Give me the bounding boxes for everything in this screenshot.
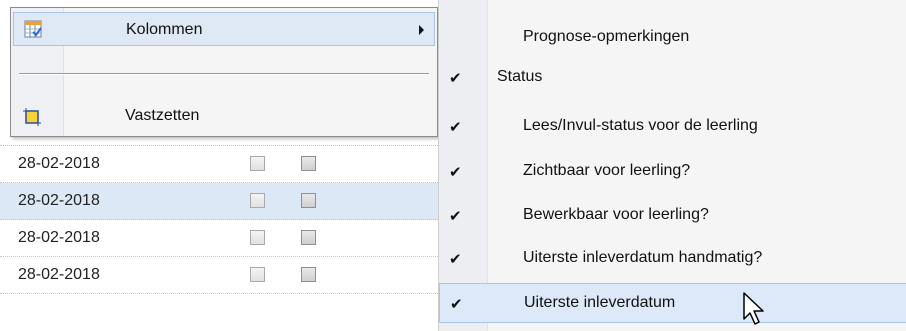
checkbox[interactable] — [250, 230, 265, 245]
checkbox[interactable] — [250, 193, 265, 208]
submenu-item-label: Uiterste inleverdatum handmatig? — [523, 249, 763, 266]
context-menu: Kolommen Vastzetten — [10, 7, 438, 137]
submenu-item[interactable]: Prognose-opmerkingen — [439, 18, 906, 58]
date-cell: 28-02-2018 — [18, 192, 100, 209]
table-row[interactable]: 28-02-2018 — [0, 146, 440, 183]
freeze-icon — [23, 108, 41, 126]
submenu-item[interactable]: ✔ Bewerkbaar voor leerling? — [439, 196, 906, 236]
submenu-item-label: Prognose-opmerkingen — [523, 28, 690, 45]
submenu-item-label: Lees/Invul-status voor de leerling — [523, 117, 758, 134]
submenu-item-label: Bewerkbaar voor leerling? — [523, 206, 709, 223]
mouse-cursor-icon — [743, 292, 764, 325]
checkbox[interactable] — [301, 267, 316, 282]
table-row[interactable]: 28-02-2018 — [0, 257, 440, 294]
submenu-item[interactable]: ✔ Uiterste inleverdatum handmatig? — [439, 239, 906, 279]
submenu-item[interactable]: ✔ Status — [439, 58, 906, 98]
checkmark-icon: ✔ — [450, 296, 463, 313]
date-cell: 28-02-2018 — [18, 229, 100, 246]
checkbox[interactable] — [250, 267, 265, 282]
checkbox[interactable] — [301, 230, 316, 245]
checkmark-icon: ✔ — [449, 251, 462, 268]
menu-separator — [19, 73, 429, 75]
date-cell: 28-02-2018 — [18, 155, 100, 172]
columns-icon — [24, 20, 42, 38]
submenu-item-label: Uiterste inleverdatum — [524, 294, 676, 311]
table-row[interactable]: 28-02-2018 — [0, 220, 440, 257]
checkbox[interactable] — [250, 156, 265, 171]
checkmark-icon: ✔ — [449, 70, 462, 87]
checkbox[interactable] — [301, 156, 316, 171]
checkmark-icon: ✔ — [449, 164, 462, 181]
submenu-item[interactable]: ✔ Zichtbaar voor leerling? — [439, 152, 906, 192]
submenu-arrow-icon — [419, 25, 424, 35]
checkmark-icon: ✔ — [449, 208, 462, 225]
menu-item-vastzetten[interactable]: Vastzetten — [13, 101, 435, 135]
submenu-item[interactable]: ✔ Lees/Invul-status voor de leerling — [439, 107, 906, 147]
submenu-item-label: Status — [497, 68, 543, 85]
menu-item-label: Vastzetten — [125, 107, 200, 124]
submenu-item-highlighted[interactable]: ✔ Uiterste inleverdatum — [439, 283, 906, 323]
menu-item-kolommen[interactable]: Kolommen — [13, 12, 435, 46]
submenu-item-label: Zichtbaar voor leerling? — [523, 162, 691, 179]
checkmark-icon: ✔ — [449, 119, 462, 136]
date-cell: 28-02-2018 — [18, 266, 100, 283]
menu-item-label: Kolommen — [126, 21, 203, 38]
columns-submenu: Prognose-opmerkingen ✔ Status ✔ Lees/Inv… — [438, 0, 906, 331]
checkbox[interactable] — [301, 193, 316, 208]
table-row[interactable]: 28-02-2018 — [0, 183, 440, 220]
